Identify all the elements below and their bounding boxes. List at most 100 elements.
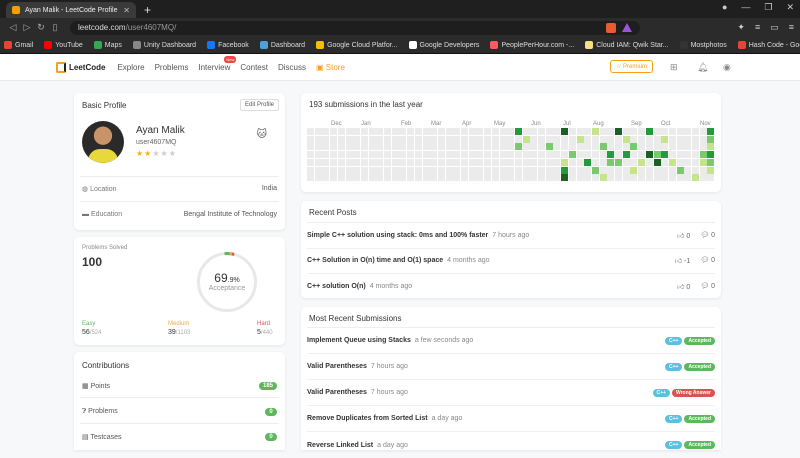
heatmap-cell[interactable] [599,135,607,143]
heatmap-cell[interactable] [484,158,492,166]
heatmap-cell[interactable] [638,128,646,135]
heatmap-cell[interactable] [514,135,522,143]
heatmap-cell[interactable] [653,128,661,135]
heatmap-cell[interactable] [499,166,507,174]
heatmap-cell[interactable] [622,135,630,143]
submission-title[interactable]: Valid Parentheses [307,389,367,396]
heatmap-cell[interactable] [322,166,330,174]
heatmap-cell[interactable] [314,128,322,135]
heatmap-cell[interactable] [337,128,345,135]
heatmap-cell[interactable] [699,166,707,174]
heatmap-cell[interactable] [322,151,330,159]
heatmap-cell[interactable] [707,158,715,166]
heatmap-cell[interactable] [668,143,676,151]
heatmap-cell[interactable] [591,166,599,174]
heatmap-cell[interactable] [345,158,353,166]
heatmap-cell[interactable] [576,143,584,151]
thumbs-up-icon[interactable]: 👍︎ [677,233,684,240]
heatmap-cell[interactable] [622,174,630,182]
heatmap-cell[interactable] [445,151,453,159]
heatmap-cell[interactable] [568,143,576,151]
heatmap-cell[interactable] [368,174,376,182]
heatmap-cell[interactable] [630,174,638,182]
heatmap-cell[interactable] [599,166,607,174]
heatmap-cell[interactable] [653,174,661,182]
heatmap-cell[interactable] [453,166,461,174]
heatmap-cell[interactable] [615,128,622,135]
heatmap-cell[interactable] [622,166,630,174]
heatmap-cell[interactable] [645,128,653,135]
heatmap-cell[interactable] [414,151,422,159]
heatmap-cell[interactable] [407,128,415,135]
heatmap-cell[interactable] [376,174,384,182]
heatmap-cell[interactable] [668,158,676,166]
comments-icon[interactable]: 💬︎ [700,257,709,264]
heatmap-cell[interactable] [692,166,699,174]
heatmap-cell[interactable] [491,143,499,151]
heatmap-cell[interactable] [453,135,461,143]
heatmap-cell[interactable] [407,166,415,174]
browser-tab[interactable]: Ayan Malik - LeetCode Profile ✕ [6,2,136,18]
heatmap-cell[interactable] [337,174,345,182]
heatmap-cell[interactable] [538,174,545,182]
heatmap-cell[interactable] [337,158,345,166]
nav-store[interactable]: ▣ Store [316,63,345,72]
heatmap-cell[interactable] [676,158,684,166]
heatmap-cell[interactable] [561,158,569,166]
heatmap-cell[interactable] [692,151,699,159]
heatmap-cell[interactable] [322,135,330,143]
heatmap-cell[interactable] [499,151,507,159]
heatmap-cell[interactable] [430,143,438,151]
heatmap-cell[interactable] [422,174,430,182]
heatmap-cell[interactable] [561,151,569,159]
heatmap-cell[interactable] [384,151,391,159]
heatmap-cell[interactable] [322,128,330,135]
heatmap-cell[interactable] [553,158,561,166]
heatmap-cell[interactable] [615,135,622,143]
heatmap-cell[interactable] [561,174,569,182]
heatmap-cell[interactable] [360,158,368,166]
heatmap-cell[interactable] [530,135,538,143]
heatmap-cell[interactable] [307,166,314,174]
heatmap-cell[interactable] [330,174,338,182]
heatmap-cell[interactable] [391,151,399,159]
heatmap-cell[interactable] [414,143,422,151]
heatmap-cell[interactable] [399,158,407,166]
submission-title[interactable]: Valid Parentheses [307,363,367,370]
extensions-icon[interactable]: ✦ [737,22,745,33]
heatmap-cell[interactable] [384,143,391,151]
brave-rewards-icon[interactable] [622,23,632,32]
heatmap-cell[interactable] [384,158,391,166]
bookmark-item[interactable]: Cloud IAM: Qwik Star... [585,41,669,49]
heatmap-cell[interactable] [676,166,684,174]
nav-problems[interactable]: Problems [155,63,189,72]
heatmap-cell[interactable] [522,174,530,182]
close-tab-icon[interactable]: ✕ [123,6,130,15]
heatmap-cell[interactable] [684,135,692,143]
heatmap-cell[interactable] [568,151,576,159]
heatmap-cell[interactable] [430,166,438,174]
heatmap-cell[interactable] [314,151,322,159]
heatmap-cell[interactable] [514,166,522,174]
heatmap-cell[interactable] [684,166,692,174]
heatmap-cell[interactable] [491,128,499,135]
heatmap-cell[interactable] [568,166,576,174]
bookmark-item[interactable]: Facebook [207,41,249,49]
heatmap-cell[interactable] [391,166,399,174]
heatmap-cell[interactable] [530,151,538,159]
heatmap-cell[interactable] [615,151,622,159]
heatmap-cell[interactable] [422,158,430,166]
heatmap-cell[interactable] [461,135,468,143]
heatmap-cell[interactable] [445,166,453,174]
heatmap-cell[interactable] [576,174,584,182]
heatmap-cell[interactable] [576,166,584,174]
heatmap-cell[interactable] [345,174,353,182]
heatmap-cell[interactable] [653,166,661,174]
heatmap-cell[interactable] [707,135,715,143]
heatmap-cell[interactable] [599,158,607,166]
heatmap-cell[interactable] [622,151,630,159]
heatmap-cell[interactable] [407,143,415,151]
nav-explore[interactable]: Explore [117,63,144,72]
heatmap-cell[interactable] [538,151,545,159]
heatmap-cell[interactable] [599,143,607,151]
